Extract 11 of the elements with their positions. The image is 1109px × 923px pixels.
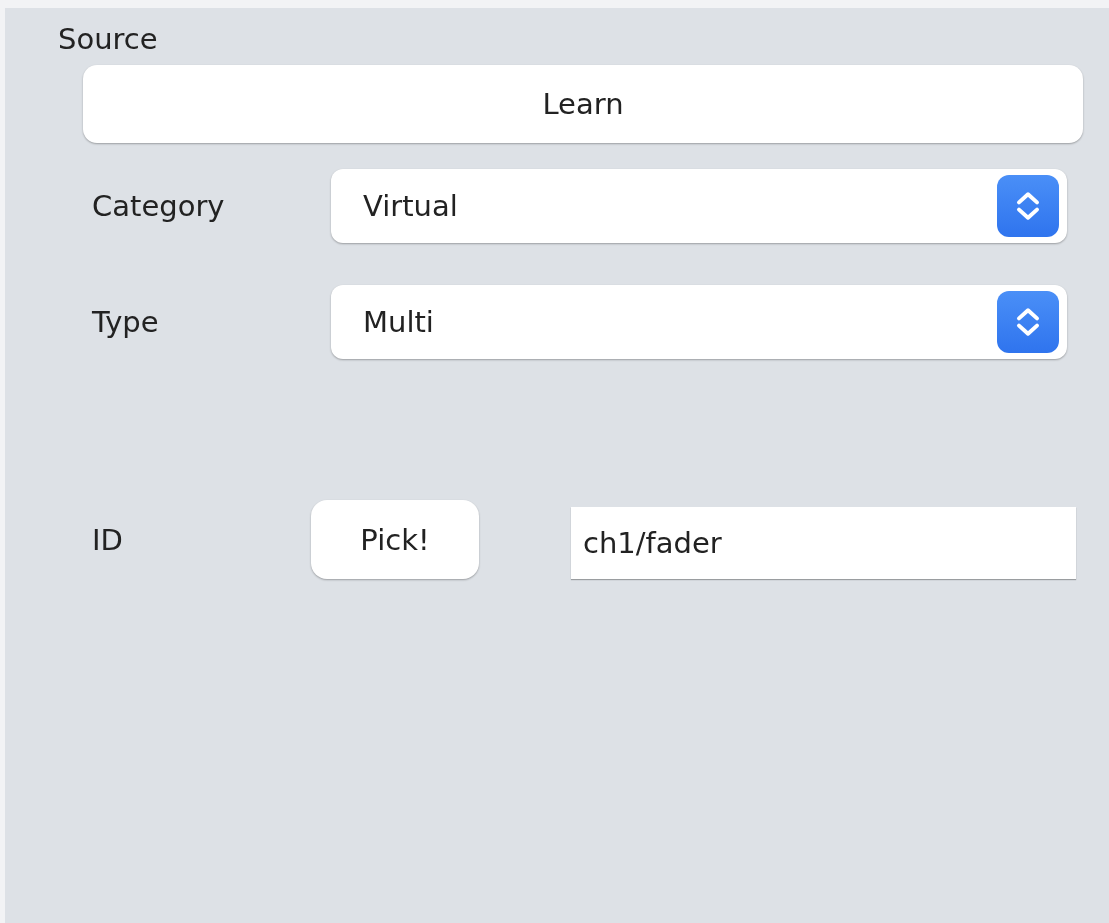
dropdown[interactable]: Virtual bbox=[331, 169, 1067, 243]
learn-button[interactable]: Learn bbox=[83, 65, 1083, 143]
id-field[interactable]: ch1/fader bbox=[571, 507, 1076, 579]
dropdown[interactable]: Multi bbox=[331, 285, 1067, 359]
field-label: ID bbox=[92, 522, 124, 557]
field-label: Type bbox=[92, 305, 160, 339]
stepper-icon bbox=[997, 175, 1059, 237]
section-title: Source bbox=[58, 22, 159, 56]
pick-button[interactable]: Pick! bbox=[311, 500, 479, 579]
stepper-icon bbox=[997, 291, 1059, 353]
field-label: Category bbox=[92, 189, 226, 223]
